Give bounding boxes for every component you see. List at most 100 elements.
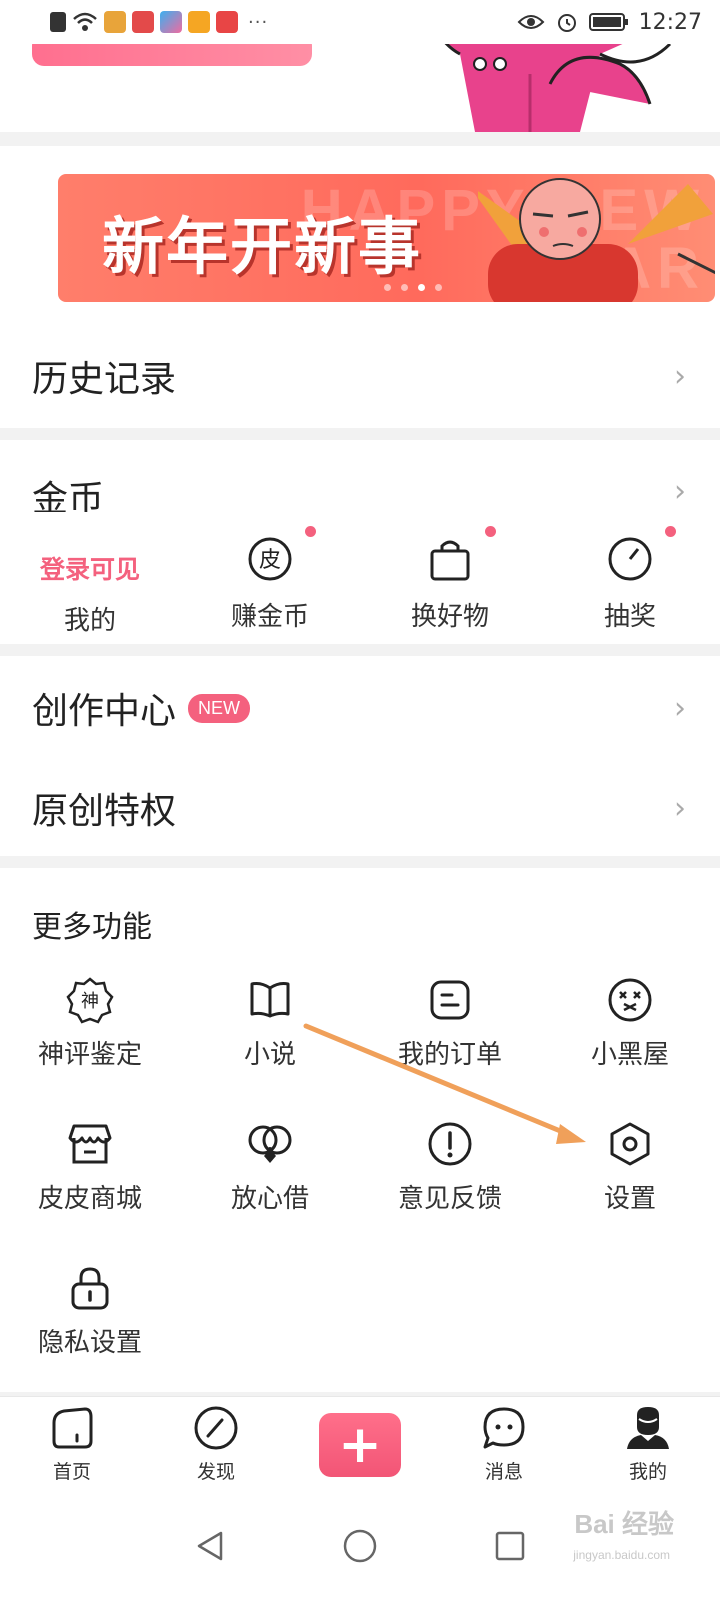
- user-profile-icon: [627, 1407, 669, 1449]
- original-privilege-row[interactable]: 原创特权 ›: [0, 760, 720, 856]
- banner-pagination: [384, 284, 442, 291]
- bottom-navigation: 首页 发现 + 消息 我的: [0, 1396, 720, 1492]
- func-privacy[interactable]: 隐私设置: [0, 1264, 180, 1408]
- coin-login-text: 登录可见: [39, 555, 140, 584]
- nav-discover[interactable]: 发现: [144, 1405, 288, 1484]
- notification-dot: [305, 526, 316, 537]
- app-notification-icon: [104, 11, 126, 33]
- profile-header-card: [0, 44, 720, 132]
- func-blackroom[interactable]: 小黑屋: [540, 976, 720, 1120]
- coin-exchange[interactable]: 换好物: [360, 522, 540, 637]
- coin-label: 换好物: [410, 602, 489, 632]
- creator-center-row[interactable]: 创作中心 NEW ›: [0, 656, 720, 760]
- nav-label: 发现: [196, 1461, 235, 1483]
- nav-home[interactable]: 首页: [0, 1405, 144, 1484]
- compass-icon: [194, 1406, 238, 1450]
- settings-icon: [610, 1122, 650, 1166]
- banner-mascot-illustration: [478, 178, 715, 302]
- new-badge: NEW: [188, 693, 251, 723]
- function-grid: 神 神评鉴定 小说 我的订单 小黑屋 皮皮商城 放心借 意见反馈 设置 隐私设置: [0, 976, 720, 1408]
- func-shop[interactable]: 皮皮商城: [0, 1120, 180, 1264]
- coins-section: 金币 › 登录可见 我的 皮 赚金币 换好物 抽奖: [0, 440, 720, 644]
- app-notification-icon: [216, 11, 238, 33]
- nav-label: 首页: [52, 1461, 91, 1483]
- func-novel[interactable]: 小说: [180, 976, 360, 1120]
- app-notification-icon: [160, 11, 182, 33]
- promo-banner[interactable]: HAPPY NEW YEAR 新年开新事: [58, 174, 715, 302]
- banner-dot: [435, 284, 442, 291]
- func-feedback[interactable]: 意见反馈: [360, 1120, 540, 1264]
- shen-icon-char: 神: [81, 991, 99, 1012]
- shopping-bag-icon: [430, 540, 470, 581]
- profile-header-button[interactable]: [32, 44, 312, 66]
- feedback-icon: [428, 1122, 472, 1166]
- publish-plus-button[interactable]: +: [319, 1412, 401, 1477]
- func-label: 放心借: [230, 1184, 309, 1214]
- earn-coins-icon: 皮: [248, 537, 292, 581]
- system-recents-button[interactable]: [435, 1530, 585, 1562]
- coin-earn[interactable]: 皮 赚金币: [180, 522, 360, 637]
- dizzy-face-icon: [608, 978, 652, 1022]
- func-loan[interactable]: 放心借: [180, 1120, 360, 1264]
- chevron-right-icon[interactable]: ›: [674, 474, 686, 509]
- func-shenping[interactable]: 神 神评鉴定: [0, 976, 180, 1120]
- lottery-dial-icon: [608, 537, 652, 581]
- func-label: 小黑屋: [590, 1040, 669, 1070]
- coin-my[interactable]: 登录可见 我的: [0, 522, 180, 637]
- notification-dot: [485, 526, 496, 537]
- func-label: 我的订单: [397, 1040, 502, 1070]
- coin-lottery[interactable]: 抽奖: [540, 522, 720, 637]
- order-icon: [430, 980, 470, 1020]
- shop-icon: [68, 1124, 112, 1164]
- loan-icon: [248, 1125, 292, 1163]
- nav-messages[interactable]: 消息: [432, 1405, 576, 1484]
- banner-dot: [401, 284, 408, 291]
- baidu-watermark: Bai 经验: [574, 1509, 674, 1539]
- creator-center-label: 创作中心: [32, 691, 177, 732]
- chevron-right-icon: ›: [674, 790, 686, 826]
- status-time: 12:27: [638, 9, 702, 35]
- func-label: 意见反馈: [397, 1184, 502, 1214]
- original-privilege-label: 原创特权: [32, 791, 177, 832]
- back-triangle-icon: [197, 1531, 223, 1561]
- coin-label: 我的: [63, 606, 116, 636]
- nav-me[interactable]: 我的: [576, 1405, 720, 1484]
- baidu-watermark-url: jingyan.baidu.com: [573, 1548, 670, 1562]
- banner-dot: [384, 284, 391, 291]
- banner-dot-active: [418, 284, 425, 291]
- func-label: 神评鉴定: [37, 1040, 142, 1070]
- more-notifications-indicator: ···: [248, 11, 269, 33]
- lock-icon: [71, 1267, 109, 1310]
- earn-icon-char: 皮: [259, 548, 281, 573]
- home-icon: [52, 1407, 93, 1449]
- history-row[interactable]: 历史记录 ›: [0, 326, 720, 426]
- nav-label: 消息: [484, 1461, 523, 1483]
- func-settings[interactable]: 设置: [540, 1120, 720, 1264]
- banner-section: HAPPY NEW YEAR 新年开新事 历史记录 ›: [0, 146, 720, 428]
- eye-icon: [517, 15, 545, 29]
- home-circle-icon: [343, 1529, 377, 1563]
- alarm-icon: [557, 14, 576, 32]
- status-notifications: ···: [50, 11, 268, 33]
- system-home-button[interactable]: [285, 1528, 435, 1564]
- nav-publish[interactable]: +: [288, 1412, 432, 1477]
- book-icon: [250, 982, 290, 1018]
- system-back-button[interactable]: [135, 1529, 285, 1563]
- history-label: 历史记录: [32, 359, 177, 400]
- notification-dot: [665, 526, 676, 537]
- coin-label: 抽奖: [603, 602, 656, 632]
- recents-square-icon: [495, 1531, 525, 1561]
- chat-bubble-icon: [483, 1407, 525, 1449]
- status-bar: ··· 12:27: [0, 0, 720, 44]
- func-label: 皮皮商城: [37, 1184, 142, 1214]
- func-label: 小说: [243, 1040, 296, 1070]
- banner-headline: 新年开新事: [102, 210, 423, 283]
- more-functions-section: 更多功能 神 神评鉴定 小说 我的订单 小黑屋 皮皮商城 放心借 意见反馈 设置…: [0, 868, 720, 1392]
- func-label: 隐私设置: [37, 1328, 142, 1358]
- func-orders[interactable]: 我的订单: [360, 976, 540, 1120]
- nav-label: 我的: [628, 1461, 667, 1483]
- func-label: 设置: [603, 1184, 656, 1214]
- chevron-right-icon: ›: [674, 690, 686, 726]
- app-notification-icon: [188, 11, 210, 33]
- coin-label: 赚金币: [230, 602, 309, 632]
